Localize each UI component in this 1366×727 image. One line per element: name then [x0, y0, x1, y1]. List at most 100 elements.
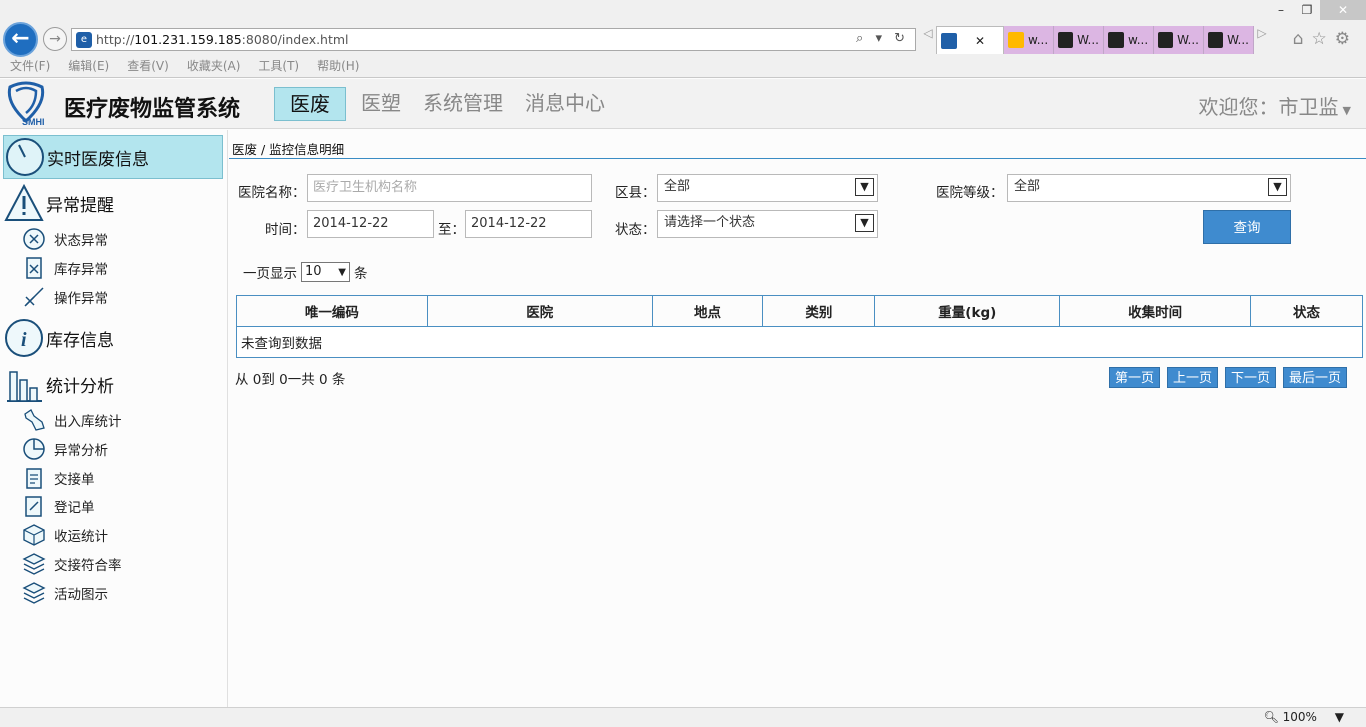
sidebar-item-inout-stats[interactable]: 出入库统计 — [22, 407, 122, 433]
sidebar-item-status-alert[interactable]: 状态异常 — [22, 226, 108, 252]
sidebar-item-anomaly-analysis[interactable]: 异常分析 — [22, 436, 108, 462]
tab-w2[interactable]: w... — [1104, 26, 1154, 54]
menu-edit[interactable]: 编辑(E) — [58, 57, 117, 77]
svg-text:i: i — [21, 329, 27, 351]
time-label: 时间： — [265, 222, 306, 238]
sidebar-item-operation-alert[interactable]: 操作异常 — [22, 284, 108, 310]
bar-chart-icon — [7, 371, 42, 402]
next-page-button[interactable]: 下一页 — [1224, 367, 1276, 388]
status-select[interactable]: 请选择一个状态 ▼ — [657, 210, 878, 238]
layers-icon — [22, 582, 46, 604]
time-to-input[interactable]: 2014-12-22 — [465, 210, 592, 238]
menu-favorites[interactable]: 收藏夹(A) — [177, 57, 249, 77]
cube-icon — [23, 524, 45, 546]
to-label: 至： — [438, 222, 465, 238]
site-favicon-icon: e — [76, 32, 92, 48]
breadcrumb-divider — [229, 158, 1366, 159]
menu-view[interactable]: 查看(V) — [117, 57, 177, 77]
register-icon — [25, 496, 42, 517]
nav-system-admin[interactable]: 系统管理 — [412, 87, 514, 121]
sidebar-item-handover[interactable]: 交接单 — [22, 465, 95, 491]
home-icon[interactable]: ⌂ — [1293, 29, 1312, 49]
column-header-status[interactable]: 状态 — [1250, 295, 1363, 327]
prev-page-button[interactable]: 上一页 — [1166, 367, 1218, 388]
page-size-control: 一页显示 10 ▼ 条 — [243, 262, 368, 282]
tab-current[interactable]: ✕ — [936, 26, 1004, 54]
menu-file[interactable]: 文件(F) — [0, 57, 58, 77]
sidebar-item-inventory[interactable]: i 库存信息 — [3, 316, 223, 360]
tab-bing[interactable]: w... — [1004, 26, 1054, 54]
district-label: 区县： — [615, 185, 656, 201]
breadcrumb: 医废 / 监控信息明细 — [232, 142, 345, 157]
column-header-category[interactable]: 类别 — [762, 295, 876, 327]
page-tab-icon — [1108, 32, 1124, 48]
minimize-button[interactable]: – — [1268, 0, 1294, 20]
sidebar-item-activity-chart[interactable]: 活动图示 — [22, 580, 108, 606]
address-url[interactable]: http://101.231.159.185:8080/index.html — [96, 32, 349, 47]
sidebar-item-realtime[interactable]: 实时医废信息 — [3, 135, 223, 179]
results-table: 唯一编码 医院 地点 类别 重量(kg) 收集时间 状态 未查询到数据 — [236, 295, 1363, 358]
sidebar-item-alerts[interactable]: 异常提醒 — [3, 181, 223, 225]
back-arrow-icon[interactable]: ← — [3, 22, 38, 57]
page-tab-icon — [1158, 32, 1174, 48]
browser-status-bar: 🔍︎ 100% ▼ — [0, 707, 1366, 727]
zoom-icon: 🔍︎ — [1263, 710, 1279, 724]
menu-help[interactable]: 帮助(H) — [307, 57, 367, 77]
column-header-collect-time[interactable]: 收集时间 — [1059, 295, 1252, 327]
sidebar-item-stats[interactable]: 统计分析 — [3, 362, 223, 406]
hospital-label: 医院名称： — [238, 185, 306, 201]
tab-close-icon[interactable]: ✕ — [975, 34, 985, 48]
level-label: 医院等级： — [936, 185, 1004, 201]
app-title: 医疗废物监管系统 — [64, 97, 241, 122]
column-header-hospital[interactable]: 医院 — [426, 295, 653, 327]
address-tools-icons[interactable]: ⌕ ▾ ↻ — [856, 31, 909, 46]
sidebar-item-inventory-alert[interactable]: 库存异常 — [22, 255, 108, 281]
nav-medical-waste[interactable]: 医废 — [274, 87, 346, 121]
last-page-button[interactable]: 最后一页 — [1282, 367, 1347, 388]
page-size-select[interactable]: 10 ▼ — [301, 262, 350, 282]
address-bar[interactable]: e http://101.231.159.185:8080/index.html… — [71, 28, 916, 51]
sidebar-item-collection-stats[interactable]: 收运统计 — [22, 522, 108, 548]
tab-scroll-left-icon[interactable]: ◁ — [920, 26, 936, 54]
nav-message-center[interactable]: 消息中心 — [514, 87, 616, 121]
x-edit-icon — [24, 287, 44, 307]
menu-bar: 文件(F) 编辑(E) 查看(V) 收藏夹(A) 工具(T) 帮助(H) — [0, 57, 367, 77]
column-header-code[interactable]: 唯一编码 — [236, 295, 428, 327]
x-document-icon — [26, 257, 42, 279]
close-button[interactable]: ✕ — [1320, 0, 1366, 20]
sidebar-item-register[interactable]: 登记单 — [22, 493, 95, 519]
zoom-control[interactable]: 🔍︎ 100% ▼ — [1264, 710, 1344, 724]
tab-w4[interactable]: W... — [1204, 26, 1254, 54]
user-menu[interactable]: 欢迎您：市卫监 ▼ — [1199, 91, 1351, 120]
transfer-icon — [24, 409, 45, 431]
sidebar-item-handover-rate[interactable]: 交接符合率 — [22, 551, 122, 577]
hospital-name-input[interactable]: 医疗卫生机构名称 — [307, 174, 592, 202]
time-from-input[interactable]: 2014-12-22 — [307, 210, 434, 238]
chevron-down-icon: ▼ — [1334, 710, 1344, 724]
nav-medical-plastic[interactable]: 医塑 — [350, 87, 412, 121]
hospital-level-select[interactable]: 全部 ▼ — [1007, 174, 1291, 202]
tab-scroll-right-icon[interactable]: ▷ — [1254, 26, 1270, 54]
column-header-location[interactable]: 地点 — [651, 295, 764, 327]
query-button[interactable]: 查询 — [1203, 210, 1291, 244]
tab-w1[interactable]: W... — [1054, 26, 1104, 54]
empty-message: 未查询到数据 — [236, 326, 1363, 358]
district-select[interactable]: 全部 ▼ — [657, 174, 878, 202]
x-circle-icon — [23, 228, 45, 250]
bing-icon — [1008, 32, 1024, 48]
column-header-weight[interactable]: 重量(kg) — [874, 295, 1061, 327]
record-summary: 从 0到 0一共 0 条 — [235, 372, 346, 388]
settings-gear-icon[interactable]: ⚙ — [1335, 29, 1358, 49]
favorites-star-icon[interactable]: ☆ — [1312, 29, 1335, 49]
first-page-button[interactable]: 第一页 — [1108, 367, 1160, 388]
chevron-down-icon: ▼ — [855, 178, 874, 196]
svg-text:SMHI: SMHI — [22, 117, 45, 127]
tab-w3[interactable]: W... — [1154, 26, 1204, 54]
smhi-logo-icon: SMHI — [7, 81, 45, 127]
sidebar: 实时医废信息 异常提醒 状态异常 库存异常 操作异常 i 库存信息 统计分析 出… — [0, 130, 228, 707]
table-header-row: 唯一编码 医院 地点 类别 重量(kg) 收集时间 状态 — [236, 295, 1363, 327]
forward-arrow-icon[interactable]: → — [43, 27, 67, 51]
menu-tools[interactable]: 工具(T) — [248, 57, 307, 77]
maximize-button[interactable]: ❐ — [1294, 0, 1320, 20]
main-content: 医废 / 监控信息明细 医院名称： 医疗卫生机构名称 区县： 全部 ▼ 医院等级… — [229, 130, 1366, 707]
